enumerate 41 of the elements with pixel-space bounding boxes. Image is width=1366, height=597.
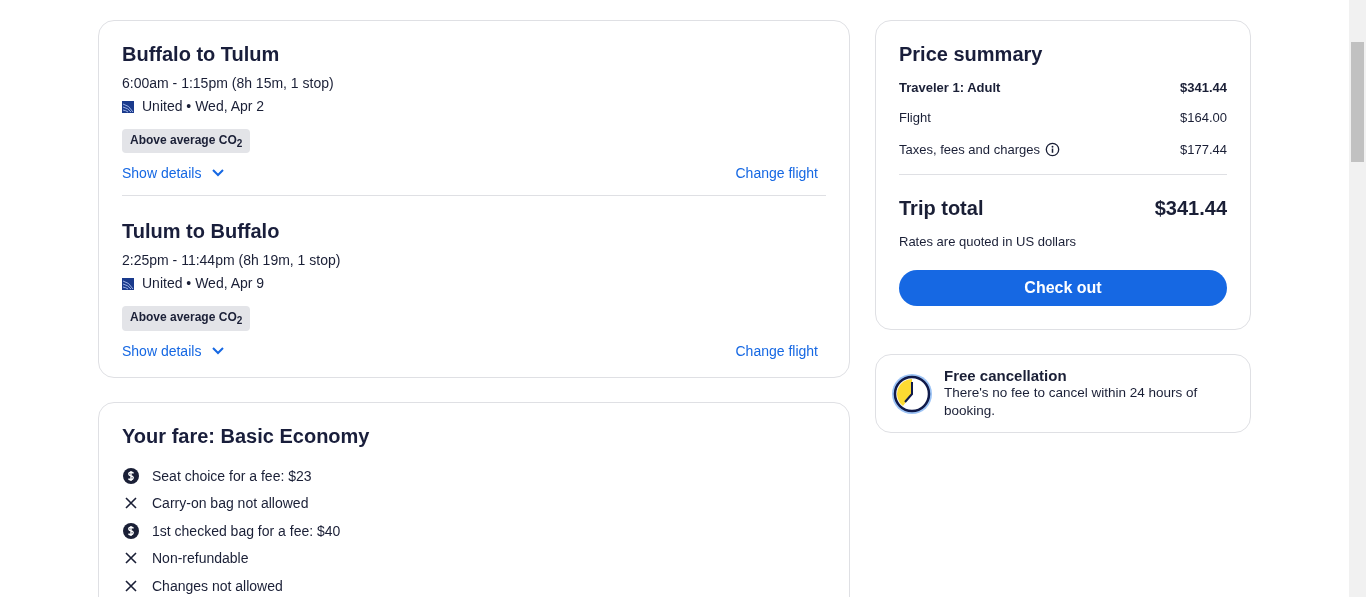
show-details-link[interactable]: Show details — [122, 165, 226, 182]
flight-title: Tulum to Buffalo — [122, 220, 281, 244]
flight-times: 2:25pm - 11:44pm (8h 19m, 1 stop) — [122, 251, 342, 271]
chevron-down-icon — [211, 345, 226, 356]
fare-feature: Non-refundable — [152, 550, 249, 567]
fare-feature: 1st checked bag for a fee: $40 — [152, 522, 341, 539]
airline-date: United • Wed, Apr 2 — [142, 97, 265, 116]
flight-times: 6:00am - 1:15pm (8h 15m, 1 stop) — [122, 74, 335, 93]
scrollbar-thumb[interactable] — [1351, 42, 1364, 162]
fare-feature: Seat choice for a fee: $23 — [152, 467, 312, 484]
flight-title: Buffalo to Tulum — [122, 43, 281, 66]
co2-badge: Above average CO$_{2}$ — [122, 129, 251, 154]
info-icon[interactable] — [1044, 142, 1060, 157]
total-label: Trip total — [899, 197, 984, 220]
price-summary-title: Price summary — [899, 43, 1044, 66]
fare-feature: Changes not allowed — [152, 577, 283, 594]
price-amount: $164.00 — [1180, 110, 1227, 125]
cancellation-text: There's no fee to cancel within 24 hours of booking. — [944, 384, 1199, 420]
dollar-icon — [123, 467, 139, 484]
total-amount: $341.44 — [1154, 197, 1227, 220]
price-label: Flight — [899, 110, 931, 125]
change-flight-link[interactable]: Change flight — [735, 342, 826, 359]
fare-feature: Carry-on bag not allowed — [152, 495, 309, 512]
airline-logo-icon — [122, 100, 134, 113]
price-label: Traveler 1: Adult — [899, 80, 1001, 95]
checkout-button[interactable]: Check out — [899, 270, 1227, 306]
price-amount: $177.44 — [1180, 142, 1227, 157]
currency-note: Rates are quoted in US dollars — [899, 234, 1078, 249]
dollar-icon — [123, 522, 139, 539]
price-amount: $341.44 — [1180, 80, 1227, 95]
fare-title: Your fare: Basic Economy — [122, 424, 371, 448]
price-label: Taxes, fees and charges — [899, 142, 1040, 157]
airline-date: United • Wed, Apr 9 — [142, 274, 265, 294]
show-details-link[interactable]: Show details — [122, 342, 226, 359]
co2-badge: Above average CO$_{2}$ — [122, 306, 251, 331]
chevron-down-icon — [211, 168, 226, 179]
cancellation-title: Free cancellation — [944, 367, 1068, 384]
close-icon — [123, 577, 139, 594]
airline-logo-icon — [122, 277, 134, 290]
clock-icon — [890, 371, 934, 416]
change-flight-link[interactable]: Change flight — [735, 165, 826, 182]
